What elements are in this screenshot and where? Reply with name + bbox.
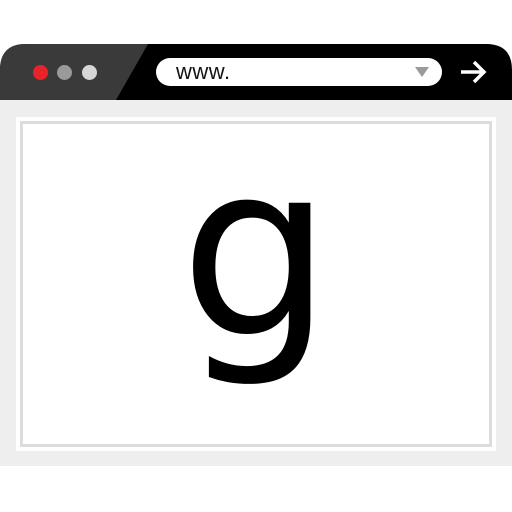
browser-illustration: www. g xyxy=(0,0,512,512)
letter-g-glyph: g xyxy=(179,111,333,391)
content-panel: g xyxy=(16,117,496,451)
url-text: www. xyxy=(176,59,231,84)
arrow-right-icon[interactable] xyxy=(458,59,488,85)
address-bar[interactable]: www. xyxy=(156,58,442,86)
browser-window: www. g xyxy=(0,44,512,466)
maximize-window-button[interactable] xyxy=(82,65,97,80)
close-window-button[interactable] xyxy=(33,65,48,80)
page-content-area: g xyxy=(0,100,512,466)
triangle-down-icon[interactable] xyxy=(414,66,430,78)
minimize-window-button[interactable] xyxy=(57,65,72,80)
